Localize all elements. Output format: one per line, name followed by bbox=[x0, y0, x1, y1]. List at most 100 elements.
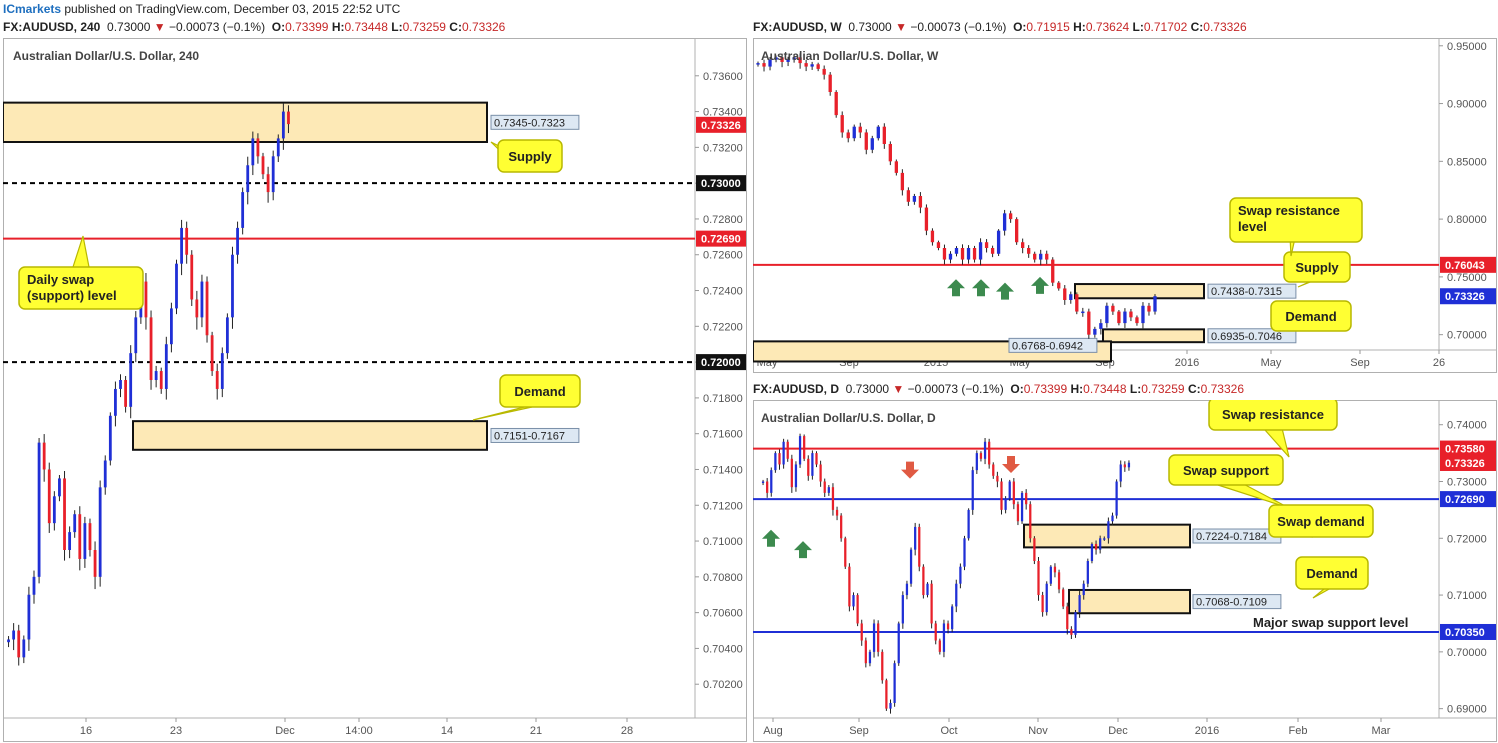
x-tick-label: 28 bbox=[621, 725, 633, 737]
candle-body bbox=[256, 138, 260, 157]
candle-body bbox=[236, 227, 239, 255]
callout-text: Demand bbox=[1285, 309, 1336, 324]
candle-body bbox=[971, 470, 974, 510]
candle-body bbox=[988, 441, 991, 465]
close-d: 0.73326 bbox=[1200, 382, 1244, 396]
y-tick-label: 0.75000 bbox=[1447, 272, 1487, 284]
candle-body bbox=[835, 509, 839, 516]
candle-body bbox=[1070, 629, 1073, 635]
candle-body bbox=[1075, 294, 1079, 312]
y-tick-label: 0.71200 bbox=[703, 500, 743, 512]
symbol-d[interactable]: FX:AUDUSD, D bbox=[753, 382, 839, 396]
candle-body bbox=[840, 515, 843, 539]
y-tick-label: 0.70200 bbox=[703, 679, 743, 691]
x-tick-label: Sep bbox=[849, 725, 869, 737]
candle-body bbox=[1107, 521, 1110, 539]
zone-rect bbox=[132, 420, 488, 451]
candle-body bbox=[1069, 294, 1073, 300]
level-price-text: 0.73580 bbox=[1445, 444, 1485, 456]
candle-body bbox=[860, 623, 863, 641]
candle-body bbox=[918, 196, 923, 208]
candle-body bbox=[885, 680, 888, 709]
candle-body bbox=[1045, 253, 1049, 260]
zone-rect bbox=[1068, 588, 1191, 615]
candle-body bbox=[1002, 213, 1007, 231]
candle-body bbox=[930, 583, 933, 624]
candle-body bbox=[1141, 305, 1145, 324]
chart-frame bbox=[753, 400, 1497, 742]
chart-w[interactable]: 0.95000 0.90000 0.85000 0.80000 0.75000 0.700… bbox=[753, 38, 1497, 373]
candle-body bbox=[205, 281, 209, 336]
change-d: −0.00073 (−0.1%) bbox=[907, 382, 1004, 396]
publisher-brand[interactable]: ICmarkets bbox=[0, 2, 61, 16]
candle-body bbox=[782, 441, 785, 465]
candle-body bbox=[761, 481, 765, 483]
chart-d[interactable]: 0.74000 0.73000 0.72000 0.71000 0.70000 0.690… bbox=[753, 400, 1497, 742]
change-w: −0.00073 (−0.1%) bbox=[910, 20, 1007, 34]
x-tick-label: 16 bbox=[80, 725, 92, 737]
candle-body bbox=[840, 115, 844, 133]
y-tick-label: 0.74000 bbox=[1447, 420, 1487, 432]
candle-body bbox=[996, 475, 999, 482]
level-price-text: 0.72690 bbox=[701, 234, 741, 246]
candle-body bbox=[882, 126, 886, 144]
candle-body bbox=[790, 458, 793, 488]
symbol-240[interactable]: FX:AUDUSD, 240 bbox=[3, 20, 100, 34]
level-price-text: 0.73000 bbox=[701, 178, 741, 190]
candle-body bbox=[251, 138, 255, 166]
candle-body bbox=[975, 453, 978, 471]
candle-body bbox=[762, 63, 766, 67]
candle-body bbox=[17, 630, 21, 658]
candle-body bbox=[1000, 481, 1003, 510]
callout-text: Swap support bbox=[1183, 463, 1270, 478]
candle-body bbox=[946, 623, 950, 630]
zone-price-label: 0.7438-0.7315 bbox=[1211, 286, 1282, 298]
candle-body bbox=[996, 230, 1001, 254]
candle-body bbox=[52, 496, 56, 524]
candle-body bbox=[1082, 583, 1085, 596]
zone-price-label: 0.7068-0.7109 bbox=[1196, 597, 1267, 609]
chart-title: Australian Dollar/U.S. Dollar, W bbox=[761, 49, 939, 63]
candle-body bbox=[32, 576, 36, 595]
candle-body bbox=[984, 242, 989, 248]
x-tick-label: Aug bbox=[763, 725, 783, 737]
x-tick-label: 2016 bbox=[1195, 725, 1219, 737]
symbol-w[interactable]: FX:AUDUSD, W bbox=[753, 20, 842, 34]
header-d: FX:AUDUSD, D 0.73000 ▼ −0.00073 (−0.1%) … bbox=[753, 382, 1244, 396]
zone-rect bbox=[1074, 283, 1205, 300]
chart-240[interactable]: 0.73600 0.73400 0.73200 0.73000 0.72800 0.726… bbox=[3, 38, 747, 742]
candle-body bbox=[1081, 311, 1085, 314]
candle-body bbox=[1094, 543, 1098, 550]
x-tick-label: 26 bbox=[1433, 357, 1445, 369]
callout-text: Supply bbox=[508, 149, 552, 164]
level-price-text: 0.70350 bbox=[1445, 627, 1485, 639]
change-240: −0.00073 (−0.1%) bbox=[169, 20, 266, 34]
down-triangle-icon: ▼ bbox=[895, 20, 907, 34]
candle-body bbox=[856, 595, 859, 624]
candle-body bbox=[868, 651, 872, 664]
x-tick-label: Dec bbox=[275, 725, 295, 737]
candle-body bbox=[811, 453, 814, 476]
candle-body bbox=[954, 248, 959, 254]
candle-body bbox=[1029, 504, 1032, 539]
header-w: FX:AUDUSD, W 0.73000 ▼ −0.00073 (−0.1%) … bbox=[753, 20, 1247, 34]
candle-body bbox=[864, 132, 868, 150]
candle-body bbox=[1078, 595, 1081, 613]
callout-text: Demand bbox=[1306, 566, 1357, 581]
low-d: 0.73259 bbox=[1141, 382, 1185, 396]
candle-body bbox=[1111, 305, 1115, 312]
zone-price-label: 0.6768-0.6942 bbox=[1012, 340, 1083, 352]
candle-body bbox=[119, 380, 122, 389]
y-tick-label: 0.71000 bbox=[1447, 590, 1487, 602]
candle-body bbox=[852, 126, 856, 139]
candle-body bbox=[756, 63, 760, 65]
chart-title: Australian Dollar/U.S. Dollar, 240 bbox=[13, 49, 199, 63]
candle-body bbox=[876, 126, 880, 139]
candle-body bbox=[1063, 288, 1067, 300]
candle-body bbox=[1057, 282, 1061, 289]
x-tick-label: May bbox=[1261, 357, 1282, 369]
chart-title: Australian Dollar/U.S. Dollar, D bbox=[761, 411, 936, 425]
callout-text: Supply bbox=[1295, 260, 1339, 275]
candle-body bbox=[816, 64, 820, 69]
candle-body bbox=[979, 453, 983, 459]
